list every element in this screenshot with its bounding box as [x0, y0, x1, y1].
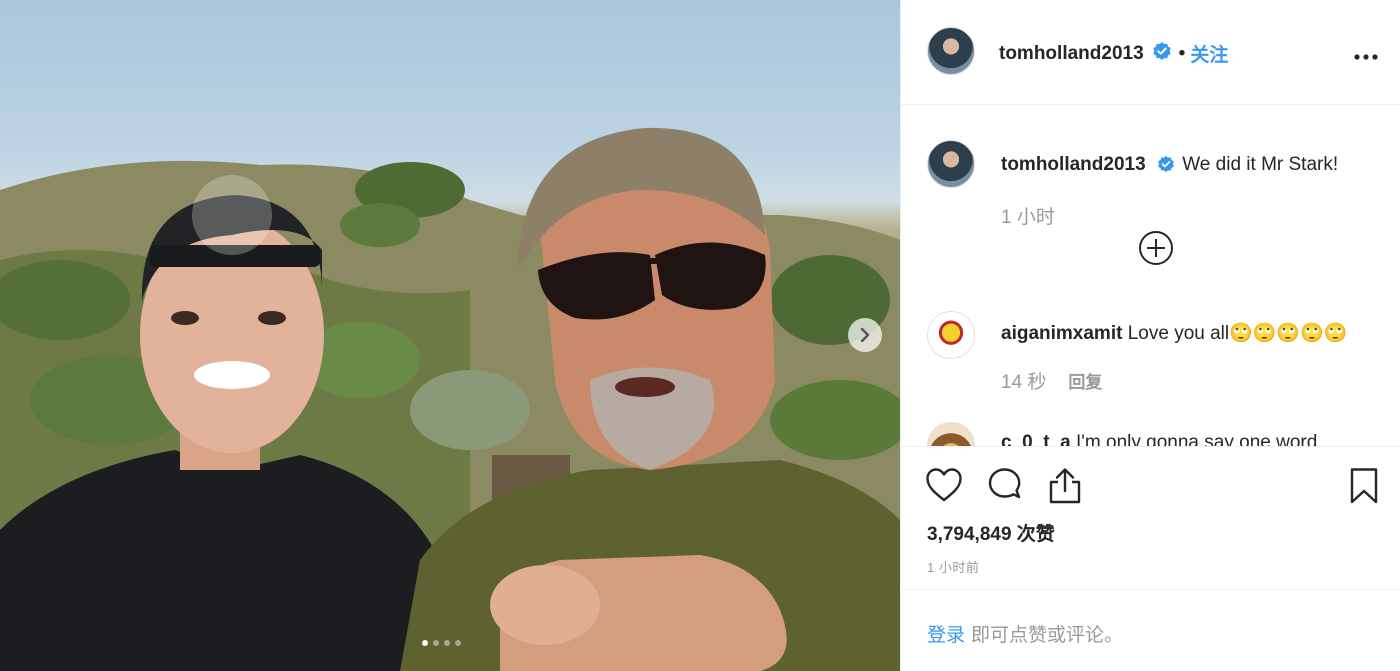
like-count[interactable]: 3,794,849 次赞 — [927, 519, 1055, 546]
comment-button[interactable] — [987, 467, 1023, 508]
photo-scene — [0, 127, 900, 671]
comment-meta: 14 秒 回复 — [1001, 367, 1102, 394]
username-link[interactable]: tomholland2013 — [999, 43, 1144, 65]
comment-body: Love you all🙄🙄🙄🙄🙄 — [1127, 323, 1348, 344]
caption-meta: 1 小时 — [1001, 202, 1055, 229]
load-more-comments-button[interactable] — [1138, 230, 1174, 271]
save-button[interactable] — [1349, 467, 1379, 510]
avatar[interactable] — [927, 422, 975, 446]
caption-text: tomholland2013 We did it Mr Stark! — [1001, 154, 1338, 179]
login-prompt-text: 即可点赞或评论。 — [971, 625, 1124, 646]
comment-text: aiganimxamit Love you all🙄🙄🙄🙄🙄 — [1001, 321, 1347, 345]
bookmark-icon — [1350, 468, 1378, 504]
verified-badge-icon — [1152, 41, 1172, 67]
chevron-right-icon — [860, 328, 870, 342]
comment-body: I'm only gonna say one word — [1076, 432, 1318, 446]
username-link[interactable]: aiganimxamit — [1001, 323, 1122, 344]
reply-button[interactable]: 回复 — [1068, 368, 1102, 393]
header-user: tomholland2013 • 关注 — [999, 40, 1228, 67]
plus-circle-icon — [1139, 231, 1173, 265]
avatar[interactable] — [927, 27, 975, 75]
carousel-dot — [433, 640, 439, 646]
separator-dot: • — [1178, 42, 1186, 64]
verified-badge-icon — [1157, 155, 1175, 179]
share-button[interactable] — [1047, 467, 1083, 510]
carousel-dot — [455, 640, 461, 646]
post-sidebar: tomholland2013 • 关注 tomholland2013 We di… — [900, 0, 1400, 671]
carousel-indicator — [422, 640, 461, 646]
username-link[interactable]: tomholland2013 — [1001, 154, 1146, 175]
share-icon — [1049, 468, 1081, 504]
login-prompt: 登录 即可点赞或评论。 — [927, 620, 1123, 647]
carousel-dot — [444, 640, 450, 646]
heart-icon — [926, 468, 962, 502]
timestamp[interactable]: 1 小时 — [1001, 202, 1055, 229]
post-actions: 3,794,849 次赞 1 小时前 — [901, 446, 1400, 590]
post-header: tomholland2013 • 关注 — [901, 0, 1400, 105]
login-link[interactable]: 登录 — [927, 625, 965, 646]
avatar[interactable] — [927, 311, 975, 359]
username-link[interactable]: c_0_t_a — [1001, 432, 1071, 446]
comments-list[interactable]: tomholland2013 We did it Mr Stark! 1 小时 — [901, 106, 1400, 446]
comment-icon — [988, 468, 1021, 499]
post-photo[interactable] — [0, 0, 900, 671]
follow-button[interactable]: 关注 — [1190, 40, 1228, 67]
comment-text: c_0_t_a I'm only gonna say one word — [1001, 432, 1317, 446]
more-options-button[interactable] — [1354, 40, 1378, 66]
like-button[interactable] — [925, 467, 963, 508]
post-timestamp: 1 小时前 — [927, 560, 980, 575]
avatar[interactable] — [927, 140, 975, 188]
carousel-dot — [422, 640, 428, 646]
carousel-next-button[interactable] — [848, 318, 882, 352]
caption-body: We did it Mr Stark! — [1182, 154, 1339, 175]
more-icon — [1354, 54, 1378, 60]
timestamp[interactable]: 14 秒 — [1001, 367, 1046, 394]
